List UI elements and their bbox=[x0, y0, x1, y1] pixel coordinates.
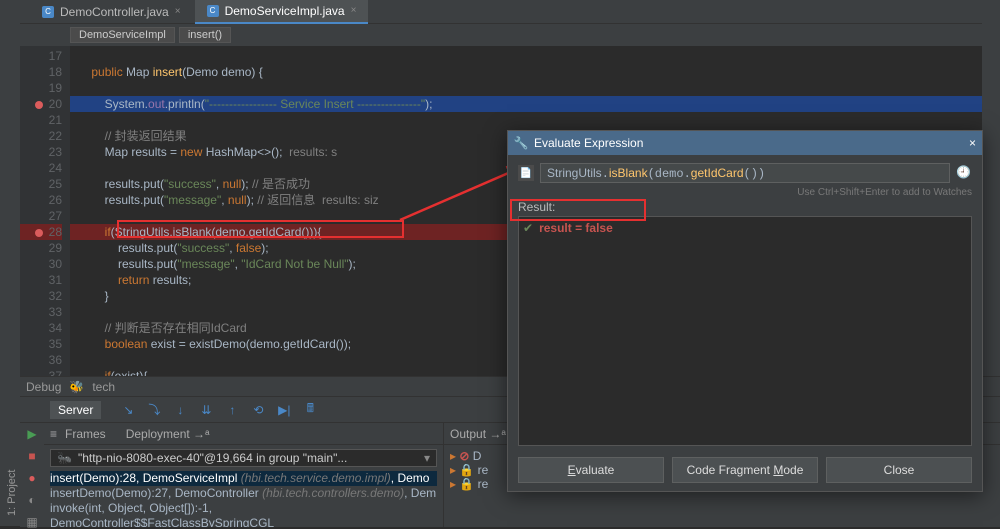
debug-side-icons: ▶ ■ ● ◐ ▦ bbox=[20, 423, 44, 527]
annotation-box-2 bbox=[510, 199, 646, 221]
left-tool-tabs: 1: Project Z: Structure Web JRebel bbox=[0, 0, 20, 526]
result-pane: ✔ result = false bbox=[518, 216, 972, 446]
step-into-icon[interactable]: ↓ bbox=[171, 401, 189, 419]
evaluate-expression-dialog: 🔧 Evaluate Expression × 📄 StringUtils.is… bbox=[507, 130, 983, 492]
show-execution-icon[interactable]: ↘ bbox=[119, 401, 137, 419]
crumb-method[interactable]: insert() bbox=[179, 27, 231, 43]
tab-label: DemoController.java bbox=[60, 5, 169, 19]
close-icon[interactable]: × bbox=[175, 6, 181, 17]
hint-text: Use Ctrl+Shift+Enter to add to Watches bbox=[518, 187, 972, 198]
resume-icon[interactable]: ▶ bbox=[24, 427, 40, 441]
stack-frame[interactable]: insertDemo(Demo):27, DemoController (hbi… bbox=[50, 486, 437, 501]
result-row[interactable]: ✔ result = false bbox=[523, 221, 967, 235]
tab-label: DemoServiceImpl.java bbox=[225, 4, 345, 18]
thread-icon: 🐜 bbox=[57, 451, 72, 465]
mute-icon[interactable]: ◐ bbox=[24, 493, 40, 507]
deployment-tab[interactable]: Deployment →ᵃ bbox=[126, 427, 210, 441]
step-over-icon[interactable]: ⤵ bbox=[145, 401, 163, 419]
crumb-class[interactable]: DemoServiceImpl bbox=[70, 27, 175, 43]
debug-label[interactable]: Debug bbox=[26, 380, 61, 394]
tab-demoserviceimpl[interactable]: C DemoServiceImpl.java × bbox=[195, 0, 369, 24]
editor-tabs: C DemoController.java × C DemoServiceImp… bbox=[0, 0, 1000, 24]
evaluate-icon[interactable]: 🖩 bbox=[301, 401, 319, 419]
tab-server[interactable]: Server bbox=[50, 401, 101, 419]
drop-frame-icon[interactable]: ⟲ bbox=[249, 401, 267, 419]
sidetab-project[interactable]: 1: Project bbox=[4, 0, 20, 526]
frames-tab[interactable]: Frames bbox=[65, 427, 106, 441]
dropdown-icon: ▾ bbox=[424, 451, 430, 465]
right-tool-tabs bbox=[982, 0, 1000, 376]
sidetab-structure[interactable]: Z: Structure bbox=[0, 0, 4, 526]
check-icon: ✔ bbox=[523, 221, 533, 235]
gutter: 1718192021222324252627282930313233343536… bbox=[20, 46, 70, 376]
close-icon[interactable]: × bbox=[969, 136, 976, 150]
code-fragment-mode-button[interactable]: Code Fragment Mode bbox=[672, 457, 818, 483]
run-to-cursor-icon[interactable]: ▶| bbox=[275, 401, 293, 419]
layout-icon[interactable]: ▦ bbox=[24, 515, 40, 529]
step-out-icon[interactable]: ↑ bbox=[223, 401, 241, 419]
close-icon[interactable]: × bbox=[351, 5, 357, 16]
java-class-icon: C bbox=[207, 5, 219, 17]
breadcrumb: DemoServiceImpl insert() bbox=[0, 24, 1000, 46]
file-icon: 📄 bbox=[518, 165, 534, 181]
tab-democontroller[interactable]: C DemoController.java × bbox=[30, 0, 193, 24]
history-icon[interactable]: 🕘 bbox=[956, 165, 972, 181]
step-icons: ↘ ⤵ ↓ ⇊ ↑ ⟲ ▶| 🖩 bbox=[119, 401, 319, 419]
thread-selector[interactable]: 🐜 "http-nio-8080-exec-40"@19,664 in grou… bbox=[50, 449, 437, 467]
annotation-box-1 bbox=[117, 220, 404, 238]
run-config[interactable]: tech bbox=[92, 380, 115, 394]
frames-panel: ≡ Frames Deployment →ᵃ 🐜 "http-nio-8080-… bbox=[44, 423, 444, 527]
close-button[interactable]: Close bbox=[826, 457, 972, 483]
breakpoints-icon[interactable]: ● bbox=[24, 471, 40, 485]
java-class-icon: C bbox=[42, 6, 54, 18]
stack-frame[interactable]: invoke(int, Object, Object[]):-1, DemoCo… bbox=[50, 501, 437, 527]
expression-input[interactable]: StringUtils.isBlank(demo.getIdCard()) bbox=[540, 163, 950, 183]
evaluate-button[interactable]: Evaluate bbox=[518, 457, 664, 483]
bee-icon: 🐝 bbox=[69, 380, 84, 394]
call-stack[interactable]: insert(Demo):28, DemoServiceImpl (hbi.te… bbox=[44, 471, 443, 527]
dialog-titlebar[interactable]: 🔧 Evaluate Expression × bbox=[508, 131, 982, 155]
dialog-icon: 🔧 bbox=[514, 136, 528, 150]
dialog-title: Evaluate Expression bbox=[534, 136, 643, 150]
stack-frame[interactable]: insert(Demo):28, DemoServiceImpl (hbi.te… bbox=[50, 471, 437, 486]
force-step-into-icon[interactable]: ⇊ bbox=[197, 401, 215, 419]
stop-icon[interactable]: ■ bbox=[24, 449, 40, 463]
output-tab[interactable]: Output →ᵃ bbox=[450, 427, 506, 441]
